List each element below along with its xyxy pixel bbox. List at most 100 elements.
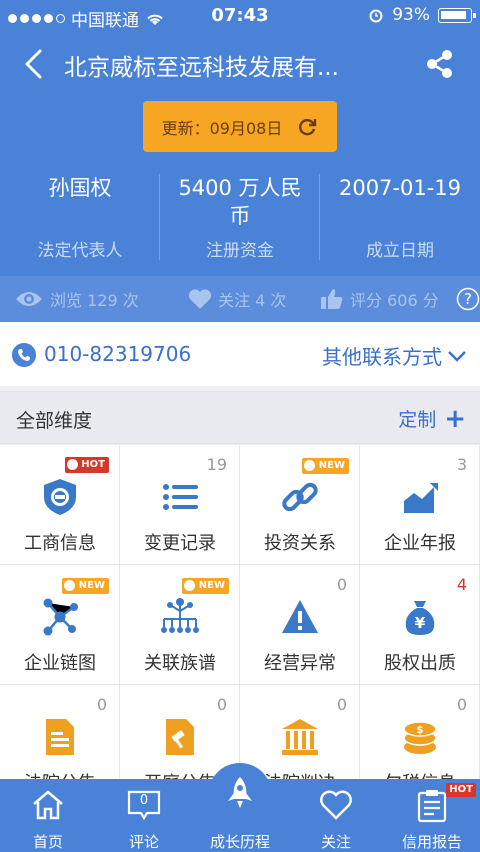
new-badge: NEW — [181, 578, 229, 594]
tile-tax-arrears[interactable]: 0 $ 欠税信息 — [360, 685, 480, 785]
other-contacts-button[interactable]: 其他联系方式 — [322, 341, 468, 370]
tile-count: 4 — [456, 575, 467, 594]
tile-enterprise-graph[interactable]: NEW 企业链图 — [0, 565, 120, 685]
back-icon[interactable] — [18, 46, 50, 82]
update-button[interactable]: 更新：09月08日 — [143, 101, 337, 152]
contact-row: 010-82319706 其他联系方式 — [0, 322, 480, 386]
phone-icon — [12, 343, 36, 367]
tile-label: 变更记录 — [144, 533, 216, 554]
svg-text:¥: ¥ — [415, 614, 426, 632]
founded-stat: 2007-01-19 成立日期 — [320, 168, 480, 268]
battery-icon — [438, 7, 476, 23]
follows-count: 关注 4 次 — [188, 287, 286, 311]
warning-icon — [282, 600, 318, 633]
money-bag-icon: ¥ — [405, 601, 435, 635]
network-icon — [43, 598, 78, 636]
founded-label: 成立日期 — [366, 241, 434, 261]
tile-court-announcements[interactable]: 0 法院公告 — [0, 685, 120, 785]
list-icon — [163, 484, 198, 510]
customize-button[interactable]: 定制 + — [398, 405, 466, 432]
tile-count: 0 — [456, 695, 467, 714]
tile-change-records[interactable]: 19 变更记录 — [120, 445, 240, 565]
courthouse-icon — [282, 719, 318, 755]
tab-home[interactable]: 首页 — [0, 779, 96, 852]
tile-count: 3 — [456, 455, 467, 474]
tile-annual-reports[interactable]: 3 企业年报 — [360, 445, 480, 565]
help-icon[interactable]: ? — [456, 287, 480, 311]
capital-stat: 5400 万人民币 注册资金 — [160, 168, 320, 268]
new-badge: NEW — [301, 458, 349, 474]
views-count: 浏览 129 次 — [14, 287, 139, 311]
svg-text:?: ? — [464, 290, 472, 308]
tile-label: 关联族谱 — [144, 653, 216, 674]
app-screen: 中国联通 07:43 93% 北京威标至远科技发展有... 更新：09月08日 … — [0, 0, 480, 852]
score-count: 评分 606 分 — [320, 287, 439, 311]
company-stats: 孙国权 法定代表人 5400 万人民币 注册资金 2007-01-19 成立日期 — [0, 168, 480, 268]
chart-icon — [404, 483, 438, 513]
eye-icon — [16, 292, 42, 306]
tile-label: 工商信息 — [24, 533, 96, 554]
tile-count: 0 — [336, 695, 347, 714]
coins-icon: $ — [403, 721, 437, 754]
legal-rep-label: 法定代表人 — [37, 241, 123, 261]
document-icon — [46, 719, 74, 755]
tile-family-tree[interactable]: NEW 关联族谱 — [120, 565, 240, 685]
home-icon — [33, 790, 63, 820]
alarm-icon — [369, 9, 383, 23]
tile-business-info[interactable]: HOT 工商信息 — [0, 445, 120, 565]
tile-label: 投资关系 — [264, 533, 336, 554]
phone-number[interactable]: 010-82319706 — [44, 342, 191, 366]
dimensions-header: 全部维度 定制 + — [0, 391, 480, 444]
capital-value: 5400 万人民币 — [178, 176, 302, 228]
refresh-icon — [299, 118, 317, 135]
customize-label: 定制 — [398, 409, 437, 431]
tile-count: 0 — [336, 575, 347, 594]
tab-label: 成长历程 — [209, 833, 270, 851]
shield-icon — [44, 479, 76, 515]
report-icon — [417, 790, 447, 823]
tab-comments[interactable]: 0 评论 — [96, 779, 192, 852]
nav-bar: 北京威标至远科技发展有... — [0, 38, 480, 90]
hot-badge: HOT — [446, 783, 476, 797]
plus-icon: + — [444, 403, 466, 434]
hot-badge: HOT — [65, 457, 109, 473]
new-badge: NEW — [61, 578, 109, 594]
status-bar: 中国联通 07:43 93% — [0, 0, 480, 32]
dimension-grid: HOT 工商信息 19 变更记录 NEW 投资关系 3 企业年报 NEW 企业链… — [0, 445, 480, 785]
tile-investments[interactable]: NEW 投资关系 — [240, 445, 360, 565]
tile-label: 企业年报 — [384, 533, 456, 554]
company-title: 北京威标至远科技发展有... — [64, 55, 339, 81]
founded-value: 2007-01-19 — [338, 176, 462, 200]
tab-growth-history[interactable]: 成长历程 — [192, 777, 288, 852]
company-header: 中国联通 07:43 93% 北京威标至远科技发展有... 更新：09月08日 … — [0, 0, 480, 322]
tab-bar: 首页 0 评论 成长历程 关注 HOT 信用报告 — [0, 763, 480, 852]
link-icon — [282, 482, 318, 512]
tab-label: 信用报告 — [401, 833, 462, 851]
dimensions-title: 全部维度 — [16, 410, 93, 432]
status-right: 93% — [368, 5, 476, 25]
counts-bar: 浏览 129 次 关注 4 次 评分 606 分 ? — [0, 276, 480, 322]
update-label: 更新：09月08日 — [161, 118, 283, 138]
comment-badge: 0 — [139, 793, 149, 808]
heart-icon — [188, 289, 212, 309]
tile-count: 0 — [96, 695, 107, 714]
legal-rep-value: 孙国权 — [48, 176, 112, 200]
chevron-down-icon — [448, 350, 466, 362]
tab-label: 评论 — [128, 833, 159, 851]
share-icon[interactable] — [422, 46, 458, 82]
tile-label: 企业链图 — [24, 653, 96, 674]
tile-equity-pledge[interactable]: 4 ¥ 股权出质 — [360, 565, 480, 685]
other-contacts-label: 其他联系方式 — [322, 345, 442, 369]
tab-credit-report[interactable]: HOT 信用报告 — [384, 779, 480, 852]
tile-count: 0 — [216, 695, 227, 714]
hammer-doc-icon — [166, 719, 194, 755]
svg-text:$: $ — [417, 725, 424, 736]
tile-abnormal-operation[interactable]: 0 经营异常 — [240, 565, 360, 685]
battery-percent: 93% — [392, 5, 430, 25]
tab-label: 首页 — [32, 833, 63, 851]
tab-follow[interactable]: 关注 — [288, 779, 384, 852]
tab-label: 关注 — [320, 833, 351, 851]
views-text: 浏览 129 次 — [50, 291, 139, 310]
rocket-icon — [228, 777, 252, 808]
follows-text: 关注 4 次 — [218, 291, 287, 310]
